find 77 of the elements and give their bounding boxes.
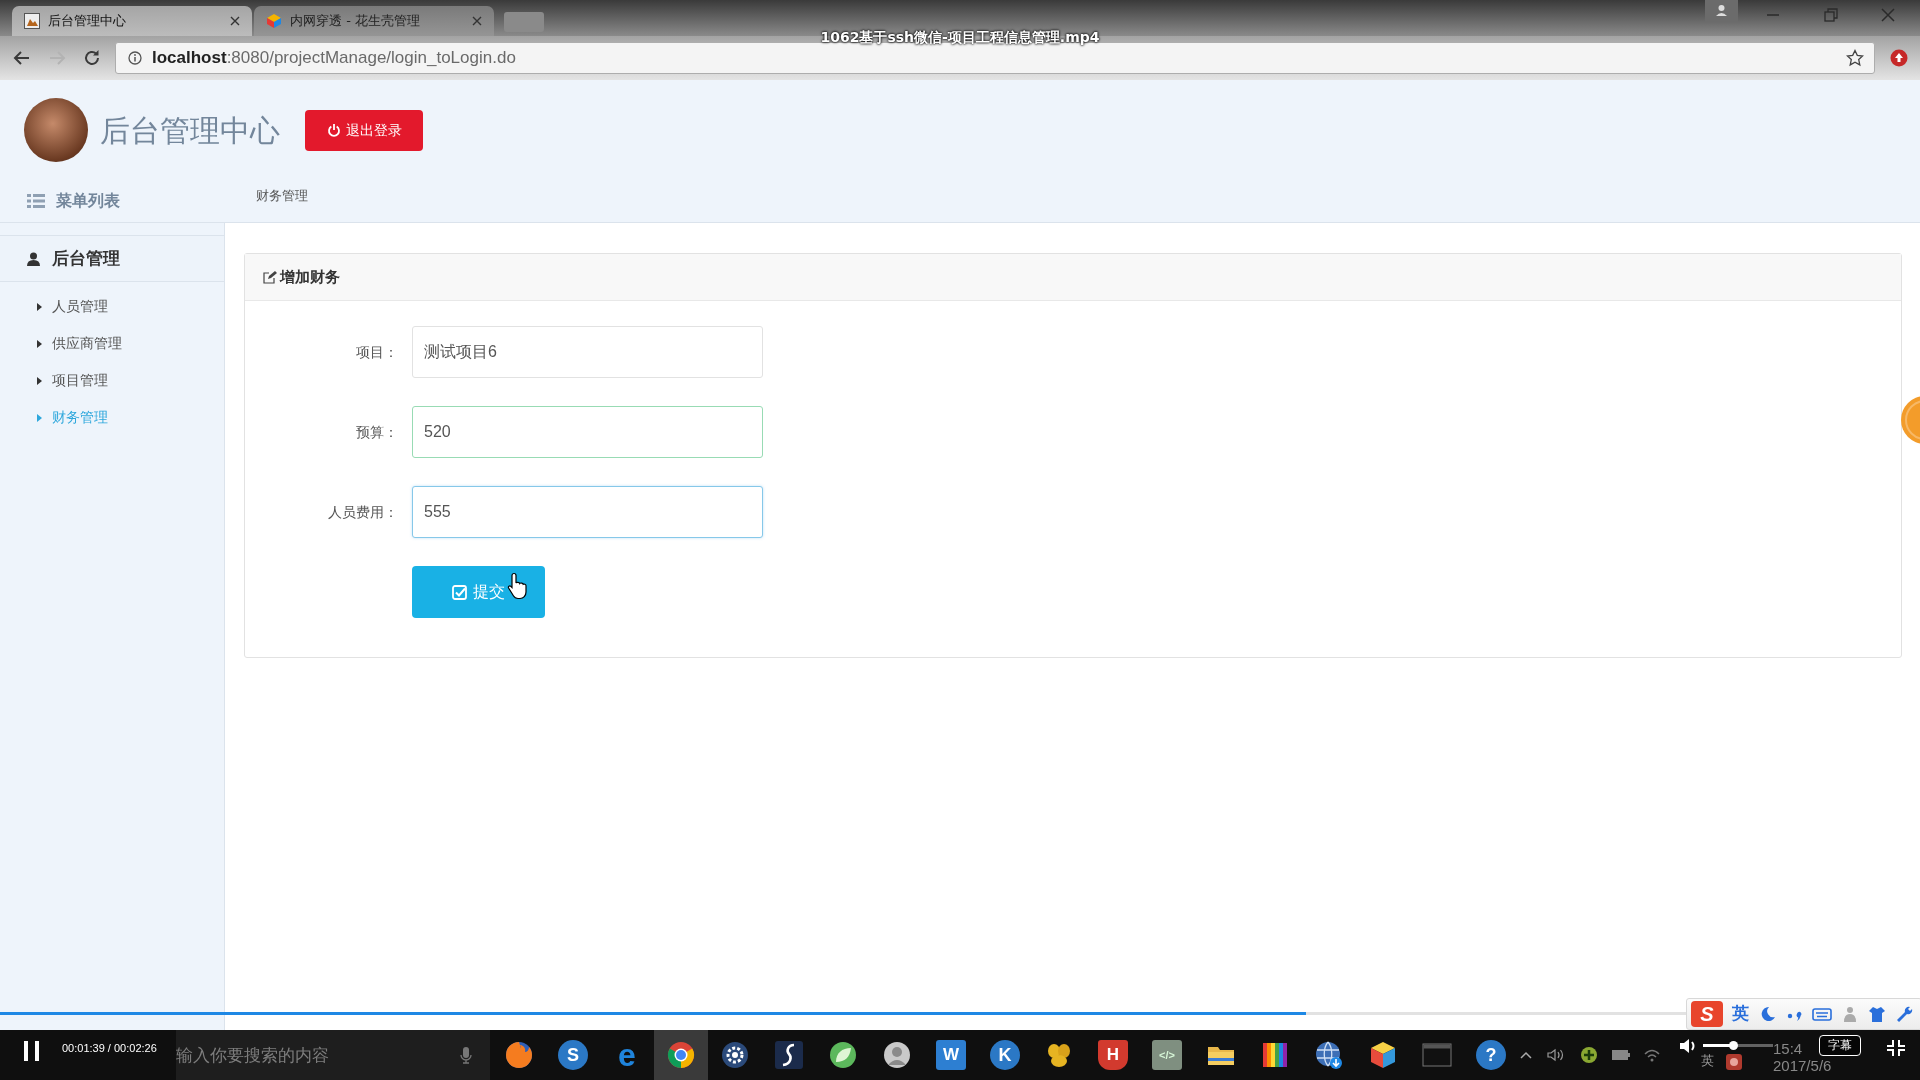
caret-icon xyxy=(37,413,42,422)
taskbar-button[interactable]: H xyxy=(1086,1030,1140,1080)
search-field[interactable]: 输入你要搜索的内容 xyxy=(176,1030,490,1080)
text-field[interactable]: 555 xyxy=(412,486,763,538)
site-title: 后台管理中心 xyxy=(100,111,280,150)
checkbox-icon xyxy=(452,584,467,600)
clock-date[interactable]: 2017/5/6 xyxy=(1773,1057,1832,1074)
reload-icon[interactable] xyxy=(82,48,102,68)
field-label: 预算： xyxy=(356,422,398,442)
leaf-icon xyxy=(828,1040,858,1070)
list-icon xyxy=(27,193,45,209)
taskbar-button[interactable]: S xyxy=(546,1030,600,1080)
taskbar-button[interactable]: K xyxy=(978,1030,1032,1080)
taskbar-button[interactable]: e xyxy=(600,1030,654,1080)
hand-cursor-icon xyxy=(507,572,527,600)
playback-time: 00:01:39 / 00:02:26 xyxy=(62,1041,157,1056)
card-title: 增加财务 xyxy=(280,266,340,288)
wrench-icon[interactable] xyxy=(1895,1005,1913,1023)
field-label: 人员费用： xyxy=(328,502,398,522)
user-icon xyxy=(27,251,40,266)
star-icon[interactable] xyxy=(1846,49,1864,67)
microphone-icon[interactable] xyxy=(460,1046,472,1064)
edit-icon xyxy=(263,270,277,284)
taskbar-button[interactable]: ? xyxy=(1464,1030,1518,1080)
url-text: localhost:8080/projectManage/login_toLogin.do xyxy=(152,47,516,70)
sidebar-item[interactable]: 财务管理 xyxy=(0,399,116,436)
plus-badge-icon[interactable] xyxy=(1580,1046,1598,1064)
submit-button[interactable]: 提交 xyxy=(412,566,545,618)
cube-icon xyxy=(1368,1040,1398,1070)
restore-icon[interactable] xyxy=(1824,8,1838,22)
shirt-icon[interactable] xyxy=(1868,1005,1886,1023)
ring-logo-icon xyxy=(666,1040,696,1070)
field-label: 项目： xyxy=(356,342,398,362)
swirl-globe-icon xyxy=(504,1040,534,1070)
ime-indicator[interactable]: 英 xyxy=(1701,1053,1714,1069)
speaker-icon[interactable] xyxy=(1546,1046,1566,1064)
close-icon[interactable] xyxy=(230,16,240,26)
ime-mode-toggle[interactable]: 英 xyxy=(1732,1001,1749,1027)
keyboard-icon[interactable] xyxy=(1812,1005,1832,1023)
browser-tab[interactable]: 后台管理中心 xyxy=(12,6,252,36)
power-icon xyxy=(326,123,341,137)
picture-icon xyxy=(24,13,40,29)
close-icon[interactable] xyxy=(1880,7,1896,23)
color-bars-icon xyxy=(1260,1040,1290,1070)
section-title: 后台管理 xyxy=(52,246,120,270)
sidebar-item[interactable]: 项目管理 xyxy=(0,362,116,399)
sidebar-item[interactable]: 供应商管理 xyxy=(0,325,130,362)
close-icon[interactable] xyxy=(472,16,482,26)
text-field[interactable]: 520 xyxy=(412,406,763,458)
caret-icon xyxy=(37,302,42,311)
caret-icon xyxy=(37,339,42,348)
sidebar-item[interactable]: 人员管理 xyxy=(0,288,116,325)
volume-slider[interactable] xyxy=(1703,1044,1773,1047)
extension-icon[interactable] xyxy=(1890,49,1908,67)
info-icon[interactable] xyxy=(128,51,142,65)
gear-badge-icon xyxy=(720,1040,750,1070)
avatar-icon xyxy=(882,1040,912,1070)
terminal-icon xyxy=(1422,1040,1452,1070)
browser-tab[interactable]: 内网穿透 - 花生壳管理 xyxy=(254,6,494,36)
subtitles-button[interactable]: 字幕 xyxy=(1819,1035,1861,1056)
caret-icon xyxy=(37,376,42,385)
cube-icon xyxy=(266,13,282,29)
breadcrumb-text: 财务管理 xyxy=(256,187,308,205)
globe-icon xyxy=(1314,1040,1344,1070)
battery-icon[interactable] xyxy=(1611,1049,1631,1061)
text-field[interactable]: 测试项目6 xyxy=(412,326,763,378)
tray-app-icon[interactable] xyxy=(1725,1053,1743,1071)
taskbar-button[interactable]: W xyxy=(924,1030,978,1080)
logout-button[interactable]: 退出登录 xyxy=(305,109,423,151)
script-tile-icon xyxy=(774,1040,804,1070)
taskbar-button[interactable] xyxy=(654,1030,708,1080)
ime-logo[interactable]: S xyxy=(1691,1001,1723,1027)
exit-fullscreen-icon[interactable] xyxy=(1886,1039,1906,1057)
menu-heading: 菜单列表 xyxy=(56,190,120,212)
volume-thumb[interactable] xyxy=(1728,1041,1738,1050)
profile-icon[interactable] xyxy=(1705,0,1738,22)
taskbar-button[interactable]: </> xyxy=(1140,1030,1194,1080)
